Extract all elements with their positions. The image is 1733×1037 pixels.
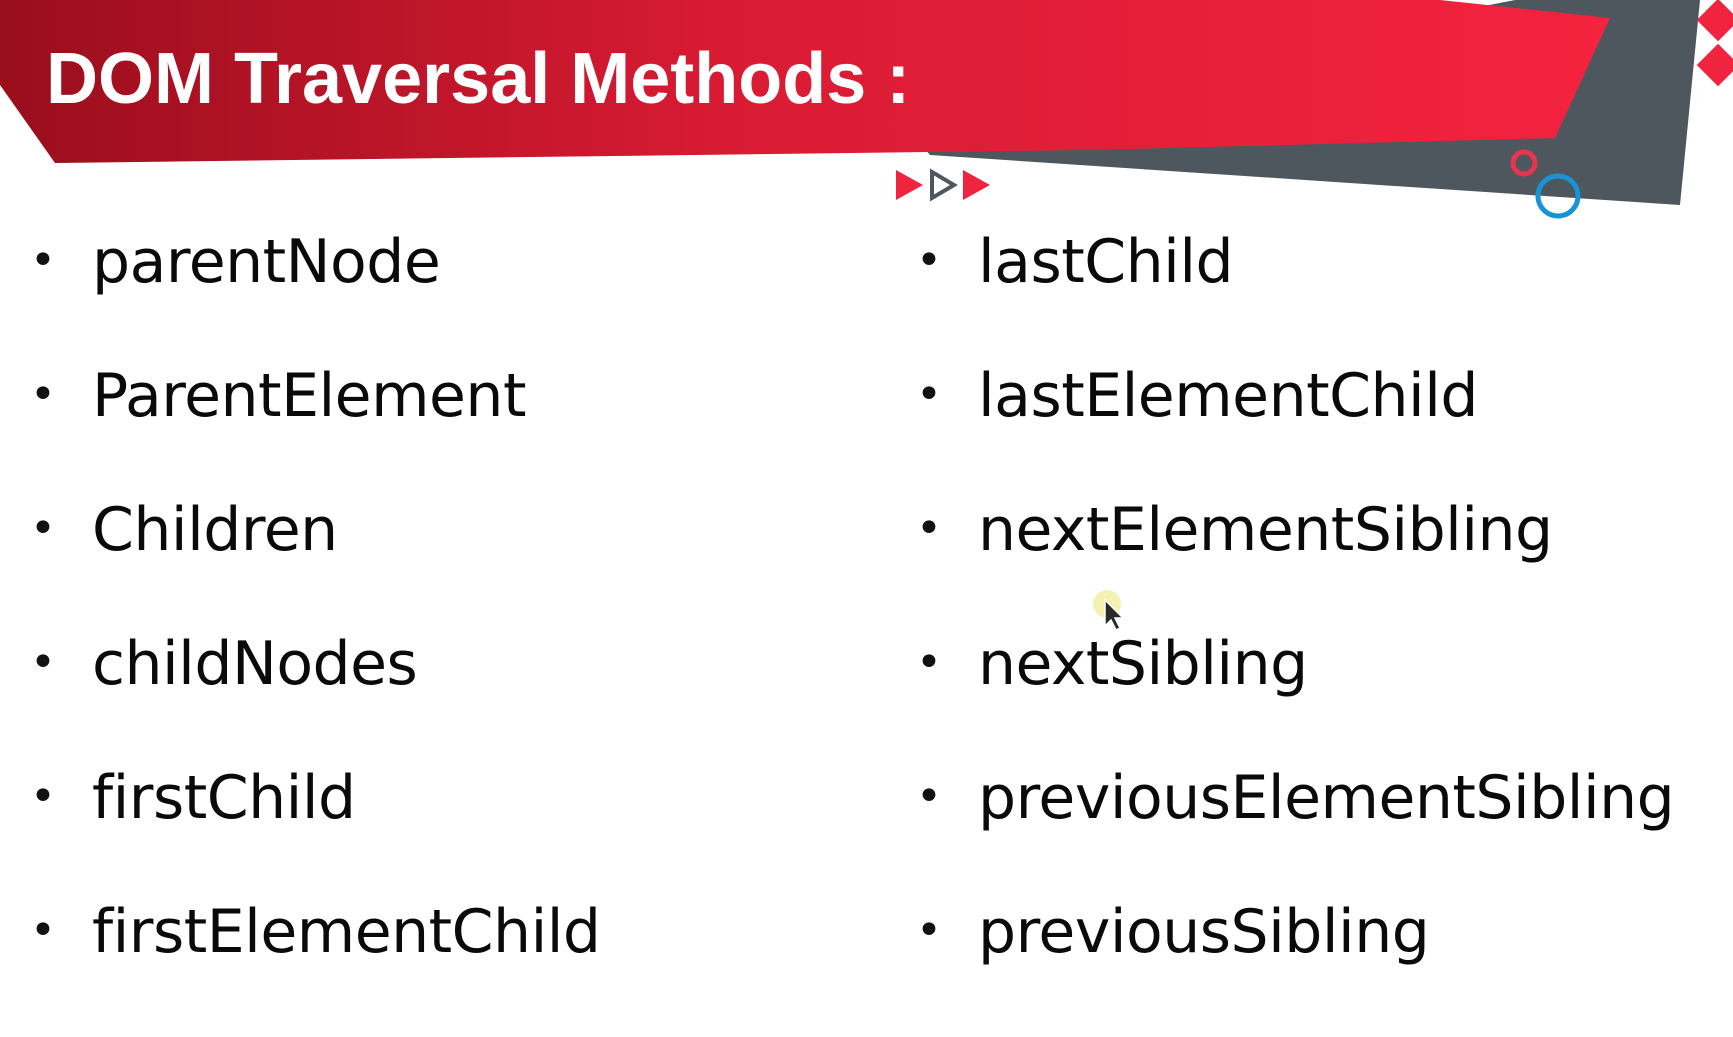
bullet-icon: • [916, 771, 942, 822]
method-label: lastElementChild [978, 361, 1478, 431]
bullet-icon: • [30, 771, 56, 822]
list-item: • previousElementSibling [916, 763, 1675, 900]
bullet-icon: • [30, 235, 56, 286]
bullet-icon: • [916, 235, 942, 286]
list-item: • lastChild [916, 230, 1674, 364]
method-label: nextElementSibling [978, 495, 1553, 565]
list-item: • previousSibling [916, 900, 1674, 1034]
bullet-icon: • [916, 503, 942, 554]
list-item: • firstElementChild [30, 900, 601, 1034]
method-label: previousElementSibling [978, 763, 1675, 833]
list-item: • lastElementChild [916, 364, 1674, 498]
bullet-icon: • [916, 905, 942, 956]
methods-list-left: • parentNode • ParentElement • Children … [30, 230, 601, 1034]
mouse-pointer-icon [1093, 590, 1125, 630]
method-label: Children [92, 495, 338, 565]
bullet-icon: • [30, 503, 56, 554]
list-item: • nextSibling [916, 632, 1674, 766]
method-label: nextSibling [978, 629, 1308, 699]
bullet-icon: • [30, 369, 56, 420]
methods-list-right: • lastChild • lastElementChild • nextEle… [916, 230, 1675, 1034]
method-label: lastChild [978, 227, 1234, 297]
list-item: • Children [30, 498, 601, 632]
list-item: • nextElementSibling [916, 498, 1674, 632]
bullet-icon: • [916, 369, 942, 420]
method-label: firstChild [92, 763, 356, 833]
slide: DOM Traversal Methods : • parentNode • P… [0, 0, 1733, 1037]
method-label: childNodes [92, 629, 418, 699]
list-item: • firstChild [30, 766, 601, 900]
bullet-icon: • [30, 905, 56, 956]
list-item: • childNodes [30, 632, 601, 766]
slide-title: DOM Traversal Methods : [46, 39, 911, 119]
bullet-icon: • [916, 637, 942, 688]
method-label: firstElementChild [92, 897, 601, 967]
method-label: parentNode [92, 227, 441, 297]
diamond-icon [1696, 0, 1733, 87]
method-label: ParentElement [92, 361, 526, 431]
list-item: • ParentElement [30, 364, 601, 498]
method-label: previousSibling [978, 897, 1430, 967]
bullet-icon: • [30, 637, 56, 688]
triple-play-arrows-icon [896, 168, 990, 202]
list-item: • parentNode [30, 230, 601, 364]
